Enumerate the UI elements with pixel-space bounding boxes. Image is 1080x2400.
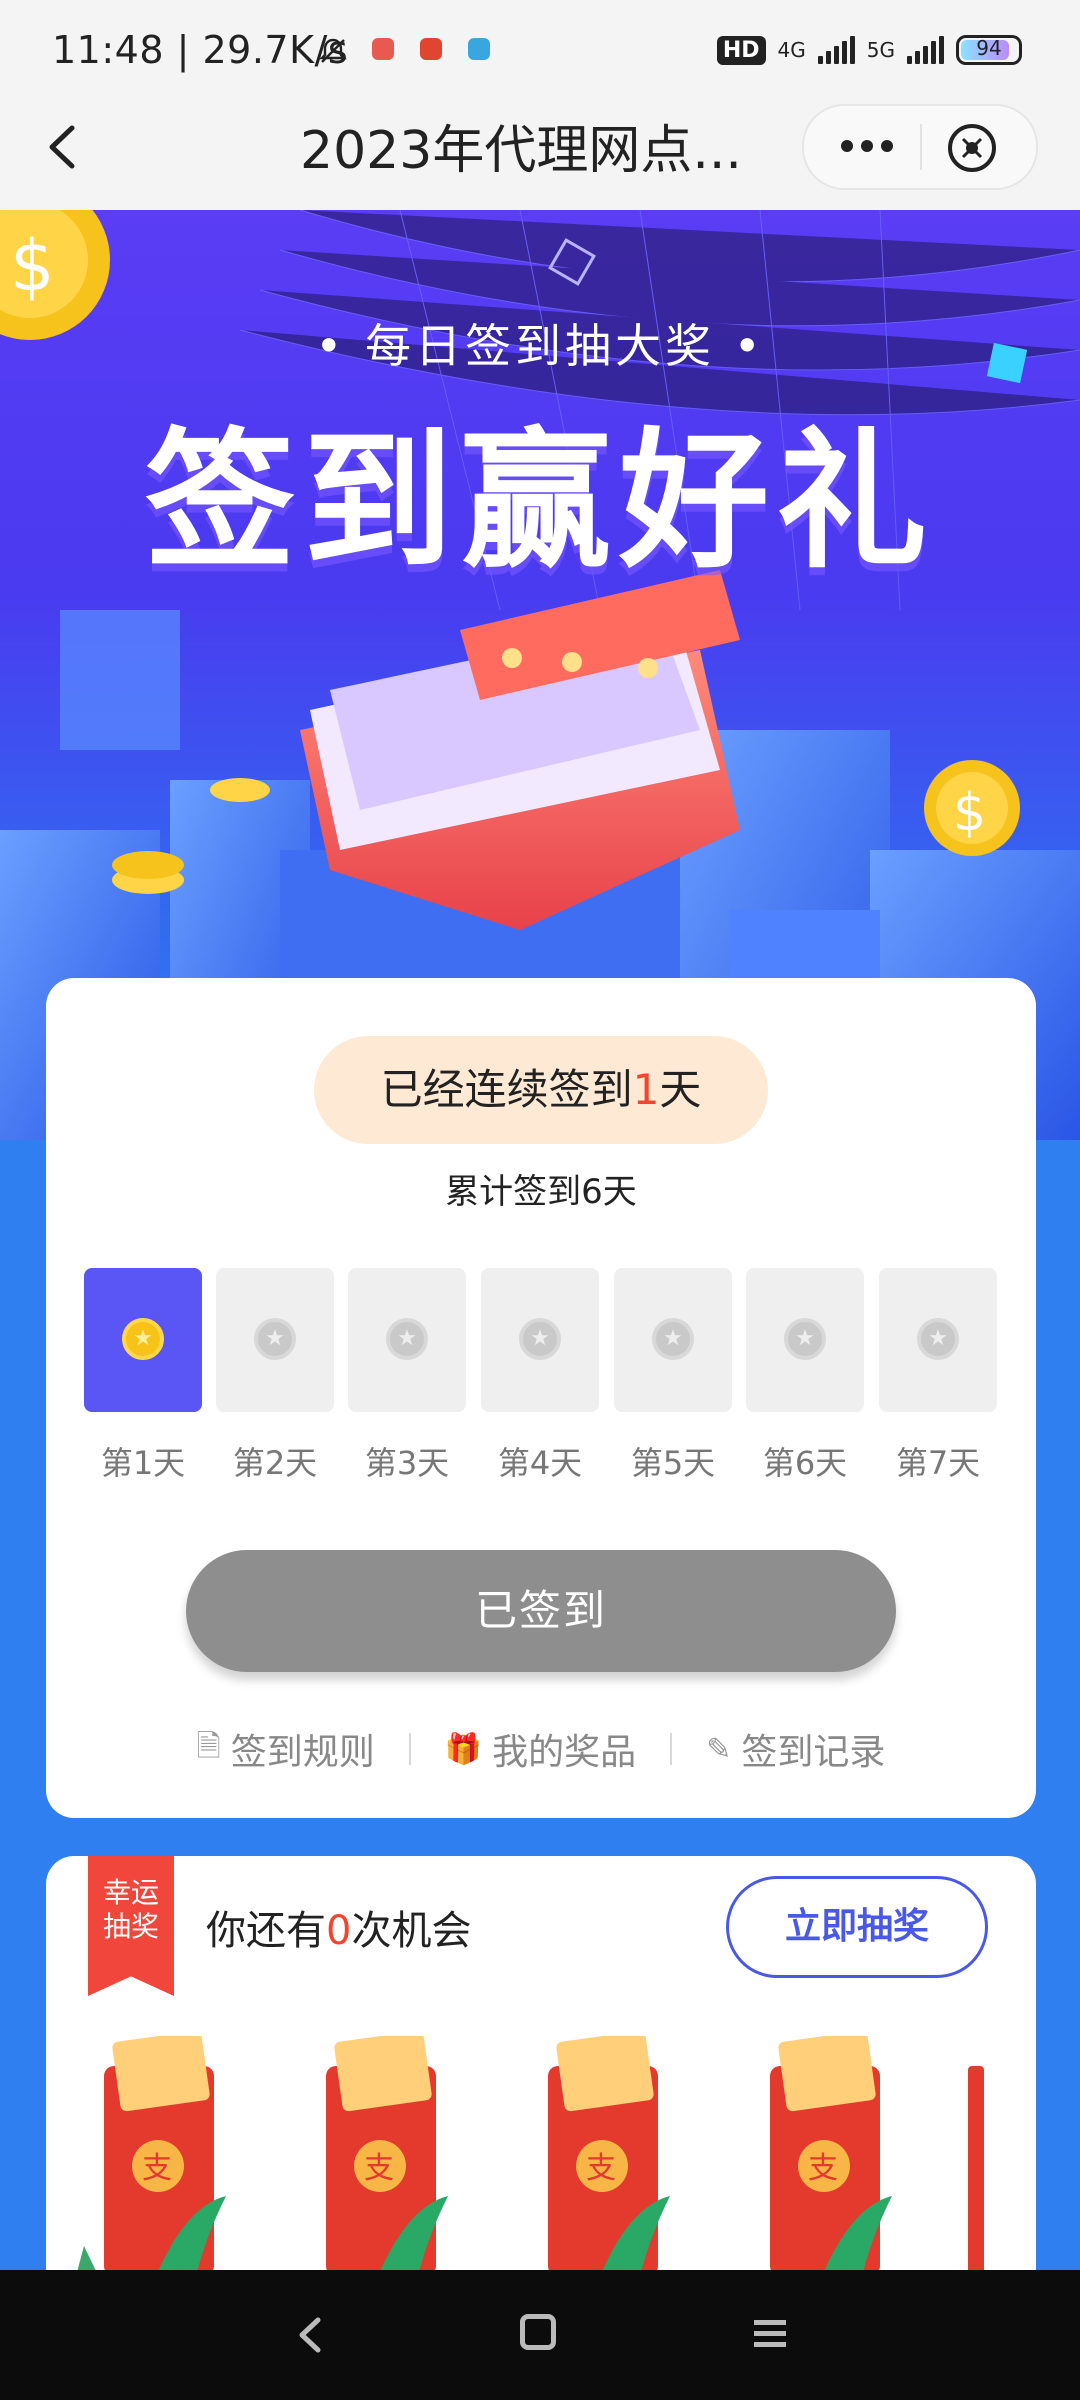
day-label: 第5天 [630, 1444, 716, 1482]
document-icon: 🗎 [196, 1728, 221, 1764]
day-label: 第2天 [232, 1444, 318, 1482]
app-notification-icon [420, 38, 442, 60]
red-envelope-prize-4[interactable]: 支 [742, 2036, 892, 2276]
network-4g-label: 4G [777, 38, 806, 62]
signin-links: 🗎 签到规则 🎁 我的奖品 ✎ 签到记录 [46, 1724, 1036, 1774]
grey-coin-icon: ★ [386, 1318, 428, 1360]
signin-rules-link[interactable]: 🗎 签到规则 [163, 1723, 409, 1775]
signin-records-link[interactable]: ✎ 签到记录 [672, 1723, 919, 1775]
back-icon[interactable] [30, 112, 100, 182]
day-6-tile: ★ [746, 1268, 864, 1412]
status-bar: 11:48 | 29.7K/s HD 4G 5G 94 [0, 0, 1080, 84]
svg-text:$: $ [953, 783, 986, 843]
svg-text:$: $ [10, 225, 55, 307]
red-envelope-prize-3[interactable]: 支 [520, 2036, 670, 2276]
signin-card: 已经连续签到1天 累计签到6天 ★ ★ ★ ★ ★ ★ ★ 第1天 第2天 第3… [46, 978, 1036, 1818]
lucky-draw-card: 幸运 抽奖 你还有0次机会 立即抽奖 支 支 支 支 [46, 1856, 1036, 2276]
signal-icon [817, 36, 855, 64]
day-2-tile: ★ [216, 1268, 334, 1412]
gift-icon: 🎁 [444, 1731, 483, 1767]
grey-coin-icon: ★ [254, 1318, 296, 1360]
hero-subtitle: • 每日签到抽大奖 • [315, 319, 765, 373]
status-time: 11:48 | 29.7K/s [52, 28, 349, 72]
red-envelope-prize-5-partial[interactable] [968, 2066, 984, 2276]
mute-icon [318, 36, 348, 66]
day-5-tile: ★ [614, 1268, 732, 1412]
page-title: 2023年代理网点... [300, 121, 742, 181]
mini-program-capsule [802, 104, 1038, 190]
day-label: 第1天 [100, 1444, 186, 1482]
more-dots-icon[interactable] [832, 126, 902, 166]
close-circle-icon[interactable] [944, 120, 1000, 176]
signed-in-button[interactable]: 已签到 [186, 1550, 896, 1672]
battery-icon: 94 [956, 35, 1022, 65]
gold-coin-icon: ★ [122, 1318, 164, 1360]
day-label: 第3天 [364, 1444, 450, 1482]
day-4-tile: ★ [481, 1268, 599, 1412]
edit-icon: ✎ [706, 1731, 732, 1767]
svg-text:支: 支 [808, 2151, 838, 2186]
remaining-chances: 你还有0次机会 [206, 1908, 472, 1954]
svg-text:支: 支 [142, 2151, 172, 2186]
capsule-divider [920, 124, 922, 170]
message-notification-icon [468, 38, 490, 60]
grey-coin-icon: ★ [652, 1318, 694, 1360]
svg-text:支: 支 [364, 2151, 394, 2186]
system-back-icon[interactable] [290, 2310, 330, 2360]
hero-title: 签到赢好礼 [144, 415, 935, 589]
my-prizes-link[interactable]: 🎁 我的奖品 [411, 1723, 670, 1775]
day-label: 第6天 [762, 1444, 848, 1482]
hd-badge: HD [716, 35, 766, 65]
status-indicators: HD 4G 5G 94 [716, 30, 1022, 70]
red-envelope-prize-2[interactable]: 支 [298, 2036, 448, 2276]
system-navigation-bar [0, 2270, 1080, 2400]
system-menu-icon[interactable] [752, 2316, 788, 2352]
grey-coin-icon: ★ [519, 1318, 561, 1360]
total-signin-count: 累计签到6天 [445, 1172, 637, 1212]
signal-icon [907, 36, 944, 64]
day-label: 第4天 [497, 1444, 583, 1482]
grey-coin-icon: ★ [917, 1318, 959, 1360]
grey-coin-icon: ★ [784, 1318, 826, 1360]
navigation-bar: 2023年代理网点... [0, 84, 1080, 210]
day-label: 第7天 [895, 1444, 981, 1482]
lucky-draw-ribbon: 幸运 抽奖 [88, 1856, 174, 1996]
day-3-tile: ★ [348, 1268, 466, 1412]
streak-pill: 已经连续签到1天 [314, 1036, 768, 1144]
day-7-tile: ★ [879, 1268, 997, 1412]
svg-text:支: 支 [586, 2151, 616, 2186]
system-home-icon[interactable] [520, 2314, 556, 2350]
day-1-tile: ★ [84, 1268, 202, 1412]
red-envelope-prize-1[interactable]: 支 [76, 2036, 226, 2276]
draw-now-button[interactable]: 立即抽奖 [726, 1876, 988, 1978]
app-notification-icon [372, 38, 394, 60]
network-5g-label: 5G [866, 38, 895, 62]
